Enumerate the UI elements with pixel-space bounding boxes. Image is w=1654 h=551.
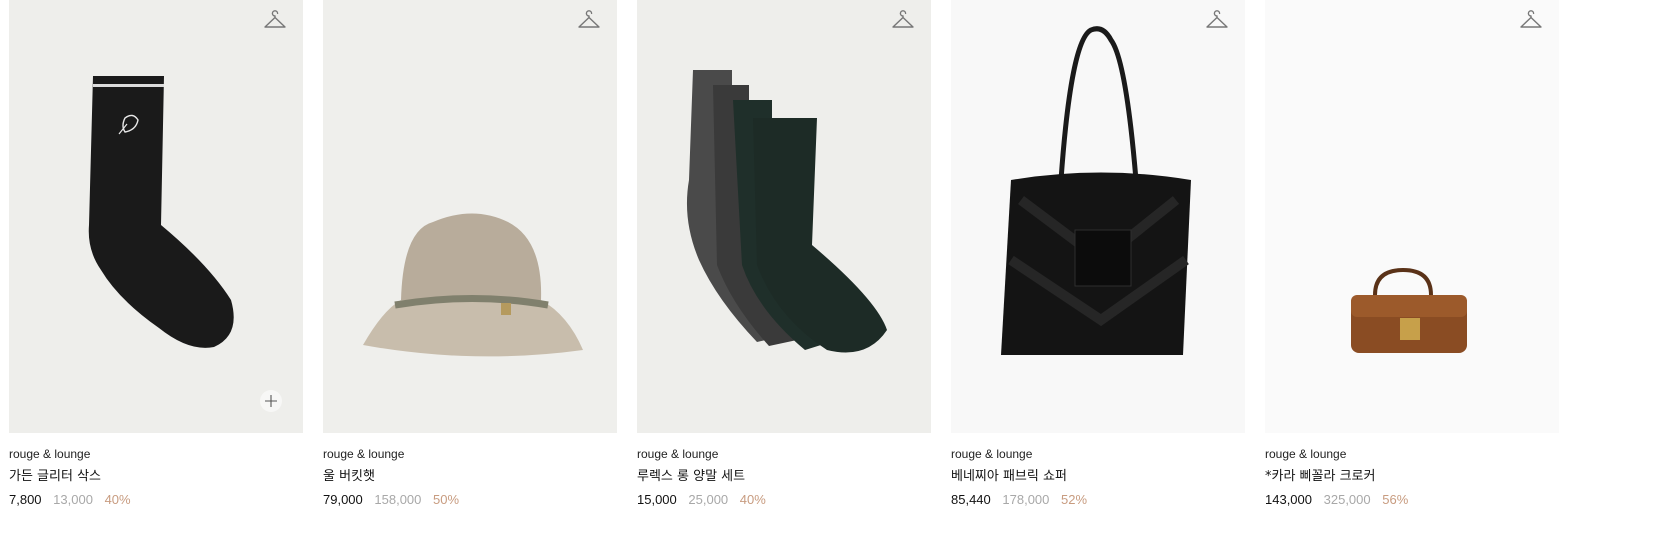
product-image[interactable] — [1265, 0, 1559, 433]
product-brand[interactable]: rouge & lounge — [323, 447, 617, 461]
sale-price: 79,000 — [323, 492, 363, 507]
discount-rate: 40% — [104, 492, 131, 507]
product-grid: rouge & lounge 가든 글리터 삭스 7,800 13,000 40… — [9, 0, 1559, 508]
product-brand[interactable]: rouge & lounge — [9, 447, 303, 461]
product-brand[interactable]: rouge & lounge — [951, 447, 1245, 461]
bucket-hat-image — [363, 213, 583, 357]
hanger-icon[interactable] — [1205, 10, 1229, 30]
product-image[interactable] — [9, 0, 303, 433]
discount-rate: 56% — [1382, 492, 1409, 507]
hanger-icon[interactable] — [891, 10, 915, 30]
product-prices: 143,000 325,000 56% — [1265, 492, 1559, 508]
sale-price: 143,000 — [1265, 492, 1312, 507]
product-image[interactable] — [323, 0, 617, 433]
discount-rate: 52% — [1061, 492, 1088, 507]
product-name[interactable]: 울 버킷햇 — [323, 469, 617, 485]
product-card[interactable]: rouge & lounge *카라 삐꼴라 크로커 143,000 325,0… — [1265, 0, 1559, 508]
sale-price: 7,800 — [9, 492, 42, 507]
product-prices: 79,000 158,000 50% — [323, 492, 617, 508]
product-brand[interactable]: rouge & lounge — [1265, 447, 1559, 461]
product-name[interactable]: *카라 삐꼴라 크로커 — [1265, 469, 1559, 485]
original-price: 13,000 — [53, 492, 93, 507]
discount-rate: 40% — [739, 492, 766, 507]
sale-price: 85,440 — [951, 492, 991, 507]
product-prices: 15,000 25,000 40% — [637, 492, 931, 508]
original-price: 325,000 — [1323, 492, 1371, 507]
product-name[interactable]: 루렉스 롱 양말 세트 — [637, 469, 931, 485]
original-price: 158,000 — [374, 492, 422, 507]
hanger-icon[interactable] — [1519, 10, 1543, 30]
add-to-cart-icon[interactable] — [260, 390, 282, 412]
product-image[interactable] — [637, 0, 931, 433]
product-card[interactable]: rouge & lounge 베네찌아 패브릭 쇼퍼 85,440 178,00… — [951, 0, 1245, 508]
product-name[interactable]: 베네찌아 패브릭 쇼퍼 — [951, 469, 1245, 485]
product-name[interactable]: 가든 글리터 삭스 — [9, 469, 303, 485]
shopper-bag-image — [1001, 26, 1191, 355]
hanger-icon[interactable] — [577, 10, 601, 30]
product-brand[interactable]: rouge & lounge — [637, 447, 931, 461]
sock-image — [88, 76, 234, 348]
sale-price: 15,000 — [637, 492, 677, 507]
product-card[interactable]: rouge & lounge 가든 글리터 삭스 7,800 13,000 40… — [9, 0, 303, 508]
original-price: 25,000 — [688, 492, 729, 507]
product-card[interactable]: rouge & lounge 루렉스 롱 양말 세트 15,000 25,000… — [637, 0, 931, 508]
product-prices: 85,440 178,000 52% — [951, 492, 1245, 508]
discount-rate: 50% — [433, 492, 460, 507]
product-image[interactable] — [951, 0, 1245, 433]
hanger-icon[interactable] — [263, 10, 287, 30]
croco-bag-image — [1351, 267, 1467, 353]
product-prices: 7,800 13,000 40% — [9, 492, 303, 508]
socks-set-image — [686, 70, 887, 353]
product-card[interactable]: rouge & lounge 울 버킷햇 79,000 158,000 50% — [323, 0, 617, 508]
original-price: 178,000 — [1002, 492, 1050, 507]
